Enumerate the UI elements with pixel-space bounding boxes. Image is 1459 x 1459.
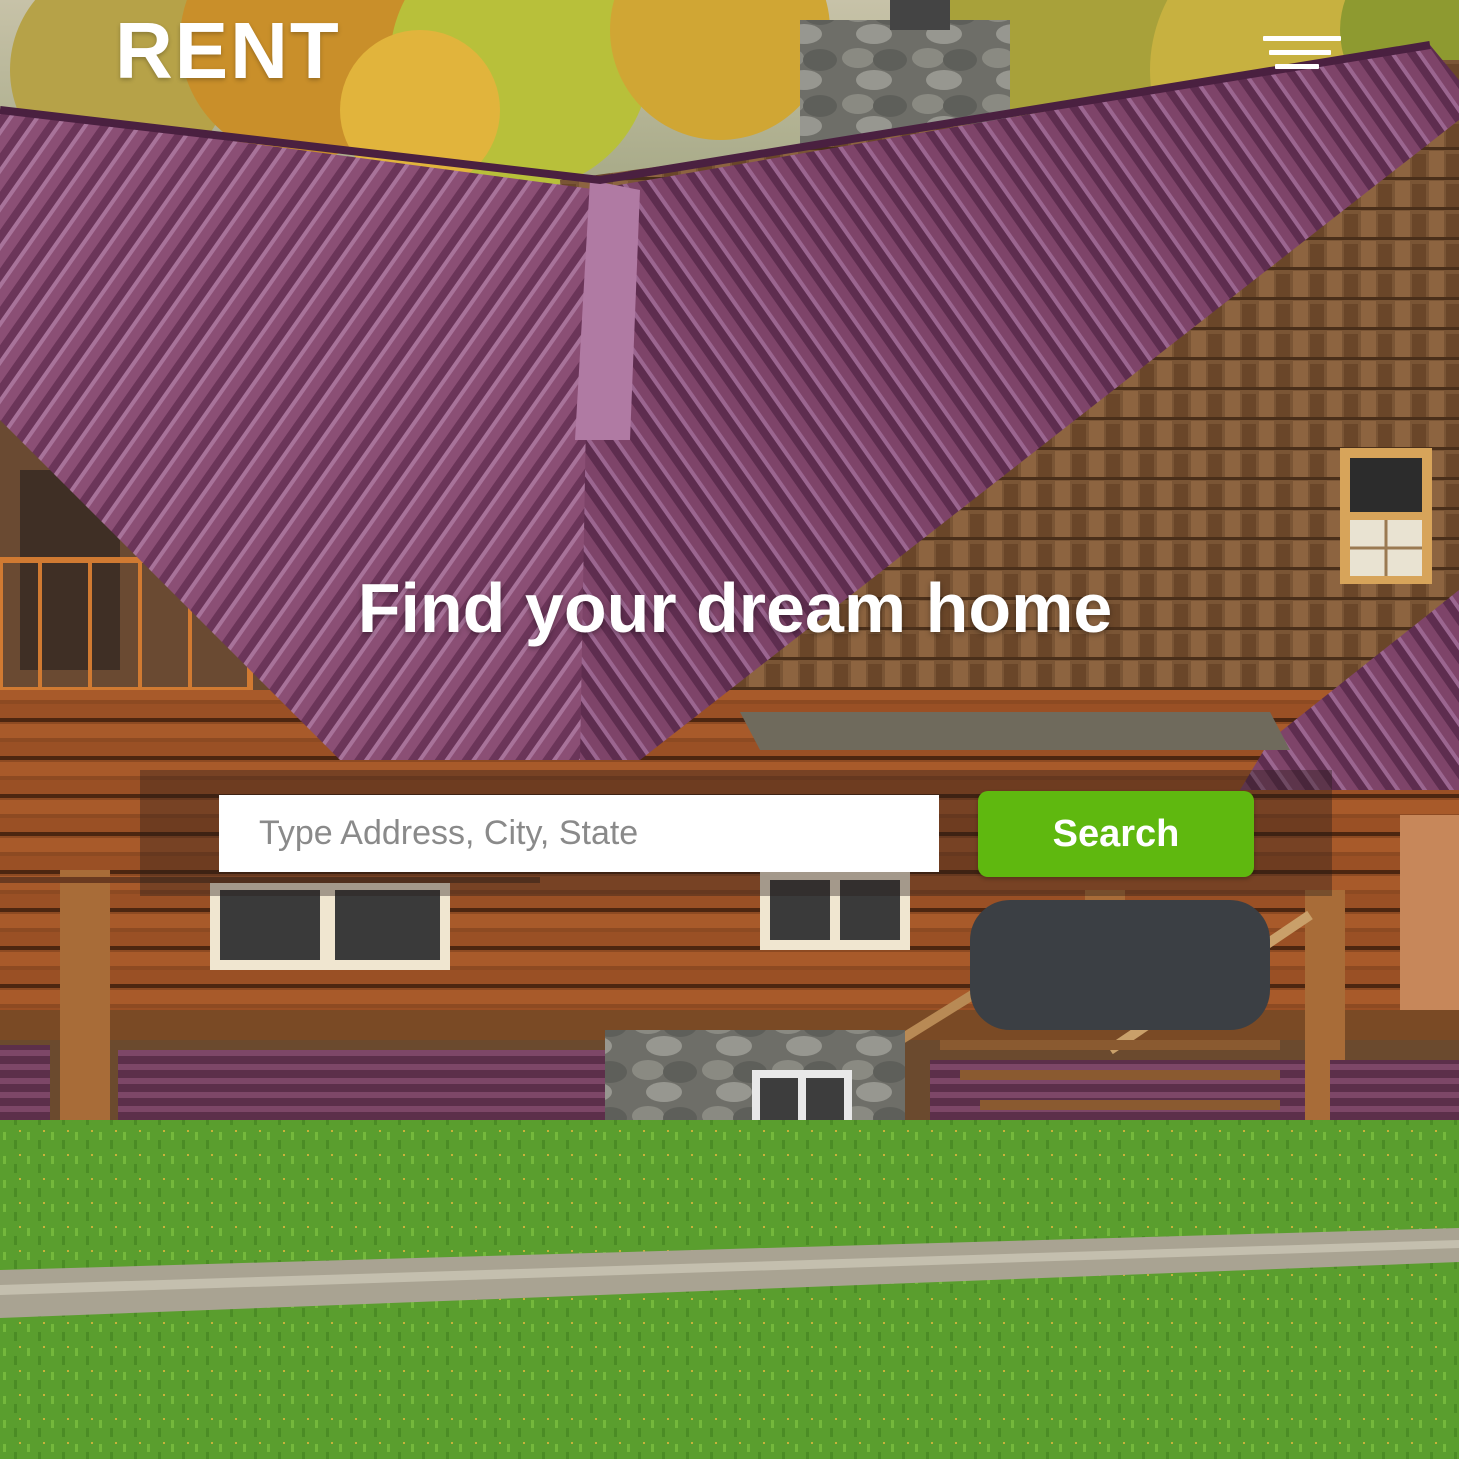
search-button[interactable]: Search (978, 791, 1254, 877)
menu-bar (1263, 36, 1341, 41)
house-background-image (0, 0, 1459, 1459)
hamburger-menu-icon[interactable] (1255, 30, 1347, 76)
hero-headline: Find your dream home (357, 569, 1113, 647)
menu-bar (1269, 50, 1331, 55)
menu-bar (1275, 64, 1319, 69)
site-logo[interactable]: RENT (115, 6, 341, 96)
hero-section: RENT Find your dream home Search (0, 0, 1459, 1459)
address-search-input[interactable] (219, 795, 939, 872)
